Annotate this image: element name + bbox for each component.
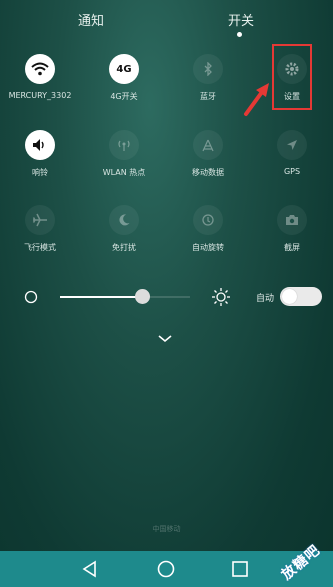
recents-icon[interactable]	[230, 559, 250, 579]
tile-gps[interactable]: GPS	[252, 130, 332, 176]
tile-auto-rotate[interactable]: 自动旋转	[168, 205, 248, 253]
bluetooth-icon	[193, 54, 223, 84]
tile-hotspot[interactable]: WLAN 热点	[84, 130, 164, 178]
tile-wifi[interactable]: MERCURY_3302	[0, 54, 80, 100]
tile-screenshot-label: 截屏	[284, 243, 300, 252]
tile-airplane[interactable]: 飞行模式	[0, 205, 80, 253]
4g-icon-text: 4G	[116, 63, 132, 75]
tile-auto-rotate-label: 自动旋转	[192, 243, 224, 252]
airplane-icon	[25, 205, 55, 235]
carrier-label: 中国移动	[152, 525, 181, 533]
tile-wifi-label: MERCURY_3302	[8, 91, 72, 100]
tile-airplane-label: 飞行模式	[24, 243, 56, 252]
tab-switches[interactable]: 开关	[228, 10, 254, 29]
4g-icon: 4G	[109, 54, 139, 84]
panel-tabs: 通知 开关	[0, 0, 333, 40]
active-tab-indicator	[237, 32, 242, 37]
tile-ring-label: 响铃	[32, 168, 48, 177]
brightness-slider[interactable]	[60, 289, 190, 304]
tile-mobile-data[interactable]: 移动数据	[168, 130, 248, 178]
gps-icon	[277, 130, 307, 160]
auto-brightness-label: 自动	[256, 294, 275, 304]
hotspot-icon	[109, 130, 139, 160]
brightness-low-icon	[24, 290, 38, 304]
auto-brightness-toggle-knob	[282, 289, 297, 304]
tile-hotspot-label: WLAN 热点	[102, 168, 146, 177]
moon-icon	[109, 205, 139, 235]
speaker-icon	[25, 130, 55, 160]
tile-mobile-data-label: 移动数据	[192, 168, 224, 177]
mobile-data-icon	[193, 130, 223, 160]
tile-do-not-disturb-label: 免打扰	[112, 243, 136, 252]
tile-4g-label: 4G开关	[110, 92, 138, 101]
tile-gps-label: GPS	[283, 167, 301, 176]
tab-notifications[interactable]: 通知	[78, 10, 104, 29]
tile-bluetooth[interactable]: 蓝牙	[168, 54, 248, 102]
red-arrow-annotation	[244, 83, 269, 116]
tile-screenshot[interactable]: 截屏	[252, 205, 332, 253]
brightness-slider-fill	[60, 296, 142, 298]
auto-brightness-toggle[interactable]	[280, 287, 322, 306]
chevron-down-icon[interactable]	[157, 334, 173, 344]
brightness-slider-thumb[interactable]	[134, 289, 150, 304]
brightness-high-icon	[212, 288, 230, 306]
settings-highlight-box	[272, 44, 312, 110]
camera-icon	[277, 205, 307, 235]
tile-do-not-disturb[interactable]: 免打扰	[84, 205, 164, 253]
back-icon[interactable]	[80, 559, 100, 579]
home-icon[interactable]	[156, 559, 176, 579]
tile-ring[interactable]: 响铃	[0, 130, 80, 178]
tile-bluetooth-label: 蓝牙	[200, 92, 216, 101]
tile-4g[interactable]: 4G 4G开关	[84, 54, 164, 102]
rotate-icon	[193, 205, 223, 235]
wifi-icon	[25, 54, 55, 84]
